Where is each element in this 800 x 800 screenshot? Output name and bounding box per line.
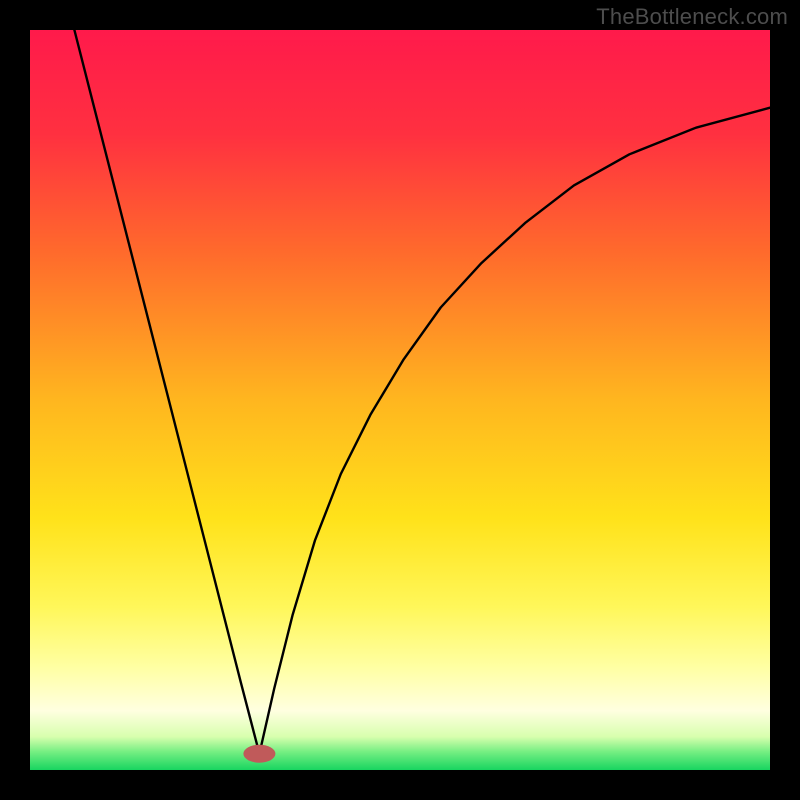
minimum-marker bbox=[243, 745, 275, 763]
chart-frame: TheBottleneck.com bbox=[0, 0, 800, 800]
bottleneck-curve bbox=[74, 30, 770, 754]
curve-layer bbox=[0, 0, 800, 800]
watermark-text: TheBottleneck.com bbox=[596, 4, 788, 30]
